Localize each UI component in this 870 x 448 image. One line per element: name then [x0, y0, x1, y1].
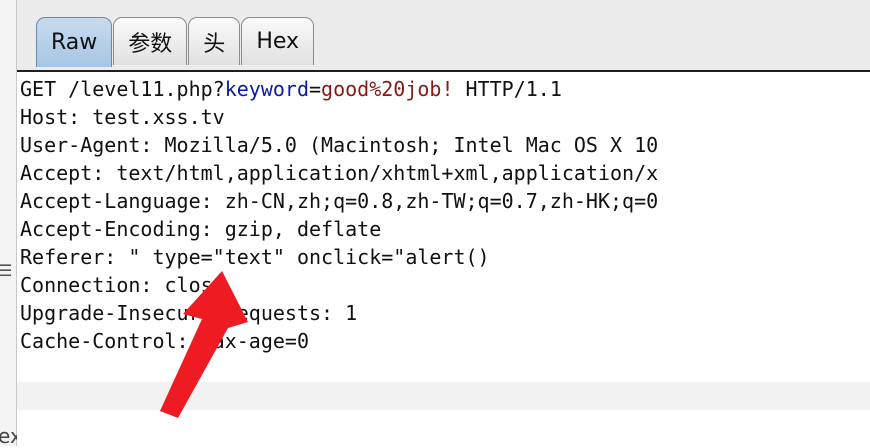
param-value: good%20job!: [321, 77, 454, 101]
header-connection: Connection: close: [20, 273, 225, 297]
header-accept: Accept: text/html,application/xhtml+xml,…: [20, 161, 659, 185]
header-accept-encoding: Accept-Encoding: gzip, deflate: [20, 217, 382, 241]
param-key: keyword: [224, 77, 309, 101]
editor-footer-band: [17, 382, 870, 410]
header-host: Host: test.xss.tv: [20, 105, 225, 129]
header-user-agent: User-Agent: Mozilla/5.0 (Macintosh; Inte…: [20, 133, 659, 157]
tab-params[interactable]: 参数: [113, 17, 188, 65]
request-text: GET /level11.php?keyword=good%20job! HTT…: [20, 75, 658, 355]
tab-list: Raw 参数 头 Hex: [36, 17, 315, 67]
header-upgrade-insecure: Upgrade-Insecure-Requests: 1: [20, 301, 358, 325]
list-icon[interactable]: ☰: [0, 262, 12, 280]
bottom-area: [17, 410, 870, 446]
tab-bar: Raw 参数 头 Hex: [17, 0, 870, 70]
tab-hex[interactable]: Hex: [241, 17, 315, 65]
header-referer: Referer: " type="text" onclick="alert(): [20, 245, 490, 269]
request-line: GET /level11.php?keyword=good%20job! HTT…: [20, 77, 562, 101]
tab-headers[interactable]: 头: [188, 17, 241, 65]
left-panel-strip: ☰: [0, 0, 17, 446]
header-accept-language: Accept-Language: zh-CN,zh;q=0.8,zh-TW;q=…: [20, 189, 659, 213]
raw-request-editor[interactable]: GET /level11.php?keyword=good%20job! HTT…: [17, 70, 870, 410]
header-cache-control: Cache-Control: max-age=0: [20, 329, 309, 353]
tab-raw[interactable]: Raw: [36, 17, 113, 67]
